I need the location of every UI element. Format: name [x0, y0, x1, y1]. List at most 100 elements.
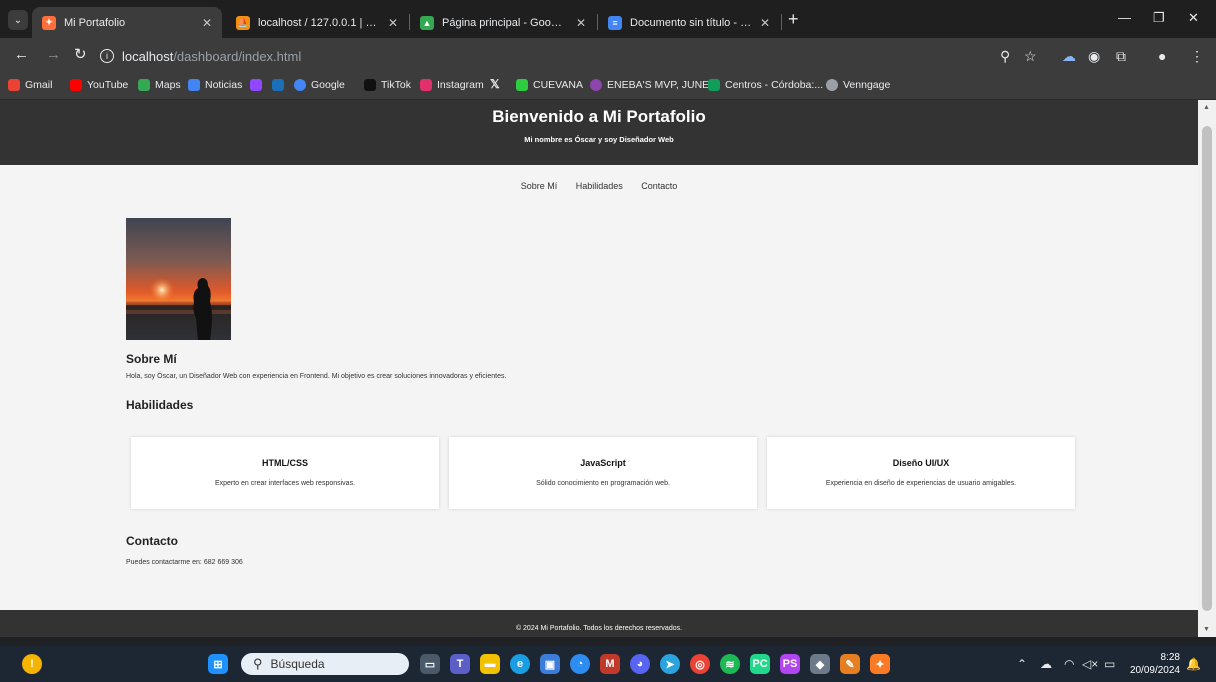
taskbar-clock[interactable]: 8:28 20/09/2024	[1128, 651, 1180, 677]
skills-grid: HTML/CSS Experto en crear interfaces web…	[131, 437, 1075, 509]
close-tab-icon[interactable]: ✕	[388, 16, 398, 30]
nav-link-sobre-mi[interactable]: Sobre Mí	[521, 181, 558, 191]
bookmark-instagram[interactable]: Instagram	[420, 79, 484, 91]
chrome-icon[interactable]: ◎	[690, 654, 710, 674]
page-scrollbar[interactable]: ▲ ▼	[1198, 100, 1216, 637]
edge-browser-icon[interactable]: e	[510, 654, 530, 674]
nav-link-contacto[interactable]: Contacto	[641, 181, 677, 191]
close-tab-icon[interactable]: ✕	[202, 16, 212, 30]
eneba-icon	[590, 79, 602, 91]
spotify-icon[interactable]: ≋	[720, 654, 740, 674]
bookmark-venngage[interactable]: Venngage	[826, 79, 890, 91]
skills-heading: Habilidades	[126, 398, 194, 412]
bookmark-gmail[interactable]: Gmail	[8, 79, 52, 91]
microsoft-store-icon[interactable]: ▣	[540, 654, 560, 674]
file-explorer-icon[interactable]: ▬	[480, 654, 500, 674]
mcafee-icon[interactable]: M	[600, 654, 620, 674]
page-title: Bienvenido a Mi Portafolio	[492, 107, 706, 126]
bookmark-cuevana[interactable]: CUEVANA	[516, 79, 583, 91]
notification-bell-icon[interactable]: 🔔	[1186, 657, 1201, 671]
tab-strip: ⌄ ✦ Mi Portafolio ✕ ⛵ localhost / 127.0.…	[0, 0, 1216, 38]
nav-link-habilidades[interactable]: Habilidades	[576, 181, 623, 191]
battery-icon[interactable]: ▭	[1104, 657, 1115, 671]
gmail-icon	[8, 79, 20, 91]
new-tab-button[interactable]: +	[788, 10, 799, 28]
phpmyadmin-favicon-icon: ⛵	[236, 15, 250, 30]
pycharm-icon[interactable]: PC	[750, 654, 770, 674]
centros-icon	[708, 79, 720, 91]
task-view-icon[interactable]: ▭	[420, 654, 440, 674]
restore-icon[interactable]: ❐	[1153, 10, 1165, 26]
bookmark-google[interactable]: Google	[294, 79, 345, 91]
volume-muted-icon[interactable]: ◁×	[1082, 657, 1098, 671]
scroll-up-arrow-icon[interactable]: ▲	[1203, 104, 1210, 111]
bookmark-centros-cordoba[interactable]: Centros - Córdoba:...	[708, 79, 823, 91]
browser-menu-icon[interactable]: ⋮	[1190, 48, 1204, 64]
tab-mi-portafolio[interactable]: ✦ Mi Portafolio ✕	[32, 7, 222, 38]
youtube-icon	[70, 79, 82, 91]
bookmark-star-icon[interactable]: ☆	[1024, 48, 1037, 64]
bookmark-tiktok[interactable]: TikTok	[364, 79, 411, 91]
cloud-extension-icon[interactable]: ☁	[1062, 48, 1076, 64]
bookmark-twitch[interactable]	[250, 79, 267, 91]
window-close-icon[interactable]: ✕	[1188, 10, 1199, 26]
extensions-puzzle-icon[interactable]: ⧉	[1116, 48, 1126, 64]
tab-google-docs[interactable]: ≡ Documento sin título - Docume ✕	[598, 7, 780, 38]
tab-separator	[781, 14, 782, 30]
bookmark-eneba[interactable]: ENEBA'S MVP, JUNE...	[590, 79, 718, 91]
steam-icon	[272, 79, 284, 91]
close-tab-icon[interactable]: ✕	[760, 16, 770, 30]
skill-card-ui-ux: Diseño UI/UX Experiencia en diseño de ex…	[767, 437, 1075, 509]
app-swirl-icon[interactable]: ◔	[570, 654, 590, 674]
back-arrow-icon[interactable]: ←	[14, 47, 29, 63]
extension-circle-icon[interactable]: ◉	[1088, 48, 1100, 64]
contact-section: Contacto Puedes contactarme en: 682 669 …	[126, 534, 243, 566]
skill-description: Experto en crear interfaces web responsi…	[214, 480, 356, 487]
skill-description: Sólido conocimiento en programación web.	[536, 480, 670, 487]
venngage-icon	[826, 79, 838, 91]
site-info-icon[interactable]: i	[100, 49, 114, 63]
zoom-icon[interactable]: ⚲	[1000, 48, 1010, 64]
bookmark-youtube[interactable]: YouTube	[70, 79, 128, 91]
cuevana-icon	[516, 79, 528, 91]
bookmark-label: Google	[311, 79, 345, 91]
tab-phpmyadmin[interactable]: ⛵ localhost / 127.0.0.1 | phpMyAd ✕	[226, 7, 408, 38]
bookmark-maps[interactable]: Maps	[138, 79, 181, 91]
scrollbar-thumb[interactable]	[1202, 126, 1212, 611]
discord-icon[interactable]: ◕	[630, 654, 650, 674]
teams-icon[interactable]: T	[450, 654, 470, 674]
about-text: Hola, soy Óscar, un Diseñador Web con ex…	[126, 373, 507, 380]
reload-icon[interactable]: ↻	[74, 47, 87, 63]
skill-description: Experiencia en diseño de experiencias de…	[825, 480, 1017, 487]
tab-search-menu-button[interactable]: ⌄	[8, 10, 28, 30]
google-docs-favicon-icon: ≡	[608, 15, 622, 30]
news-icon	[188, 79, 200, 91]
close-tab-icon[interactable]: ✕	[576, 16, 586, 30]
address-bar[interactable]: i localhost /dashboard/index.html	[100, 43, 1050, 69]
xampp-icon[interactable]: ✦	[870, 654, 890, 674]
virtualbox-icon[interactable]: ◆	[810, 654, 830, 674]
taskbar-search-box[interactable]: ⚲ Búsqueda	[241, 653, 409, 675]
tab-google-drive[interactable]: ▲ Página principal - Google Drive ✕	[410, 7, 596, 38]
url-host: localhost	[122, 48, 174, 64]
skill-card-html-css: HTML/CSS Experto en crear interfaces web…	[131, 437, 439, 509]
bookmark-steam[interactable]	[272, 79, 289, 91]
about-heading: Sobre Mí	[126, 352, 177, 366]
app-tool-icon[interactable]: ✎	[840, 654, 860, 674]
scroll-down-arrow-icon[interactable]: ▼	[1203, 626, 1210, 633]
taskbar-search-placeholder: Búsqueda	[270, 657, 325, 671]
windows-taskbar: ! ⊞ ⚲ Búsqueda ▭ T ▬ e ▣ ◔ M ◕ ➤ ◎ ≋ PC …	[0, 646, 1216, 682]
notification-app-icon[interactable]: !	[22, 654, 42, 674]
search-icon: ⚲	[253, 656, 263, 671]
phpstorm-icon[interactable]: PS	[780, 654, 800, 674]
telegram-icon[interactable]: ➤	[660, 654, 680, 674]
minimize-icon[interactable]: —	[1118, 10, 1131, 25]
profile-avatar-icon[interactable]: ●	[1158, 48, 1166, 64]
forward-arrow-icon[interactable]: →	[46, 47, 61, 63]
wifi-icon[interactable]: ◠	[1064, 657, 1074, 671]
bookmark-x[interactable]: 𝕏	[490, 77, 500, 91]
windows-start-icon[interactable]: ⊞	[208, 654, 228, 674]
bookmark-noticias[interactable]: Noticias	[188, 79, 242, 91]
tray-overflow-chevron-icon[interactable]: ⌃	[1017, 657, 1027, 671]
onedrive-icon[interactable]: ☁	[1040, 657, 1052, 671]
